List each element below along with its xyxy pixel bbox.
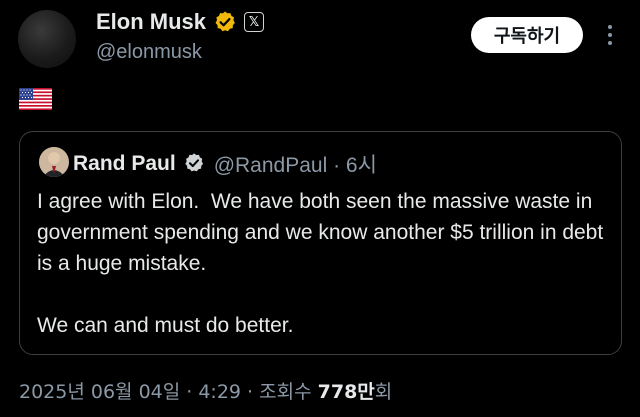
author-handle[interactable]: @elonmusk: [96, 41, 202, 64]
us-flag-emoji: [19, 88, 52, 110]
post-meta: 2025년 06월 04일 · 4:29 · 조회수 778만회: [19, 377, 392, 404]
post-timestamp[interactable]: 2025년 06월 04일 · 4:29 · 조회수: [19, 381, 312, 403]
quoted-author-handle[interactable]: @RandPaul · 6시: [214, 149, 377, 179]
author-name[interactable]: Elon Musk: [96, 9, 206, 35]
view-count-suffix: 회: [374, 381, 393, 403]
x-logo-icon[interactable]: 𝕏: [244, 12, 265, 32]
quoted-post-text: I agree with Elon. We have both seen the…: [37, 190, 604, 337]
view-count: 778만: [317, 381, 375, 403]
quoted-author-avatar[interactable]: [39, 147, 69, 177]
author-name-row: Elon Musk 𝕏: [96, 9, 265, 35]
quoted-author-name[interactable]: Rand Paul: [73, 152, 176, 176]
subscribe-button[interactable]: 구독하기: [471, 17, 583, 53]
verified-badge-icon[interactable]: [183, 152, 207, 176]
quoted-post[interactable]: Rand Paul @RandPaul · 6시 I agree with El…: [19, 131, 622, 355]
more-options-icon[interactable]: [602, 20, 618, 50]
author-avatar[interactable]: [18, 10, 76, 68]
quoted-name-row: Rand Paul @RandPaul · 6시: [73, 149, 377, 179]
verified-badge-icon[interactable]: [213, 10, 237, 34]
